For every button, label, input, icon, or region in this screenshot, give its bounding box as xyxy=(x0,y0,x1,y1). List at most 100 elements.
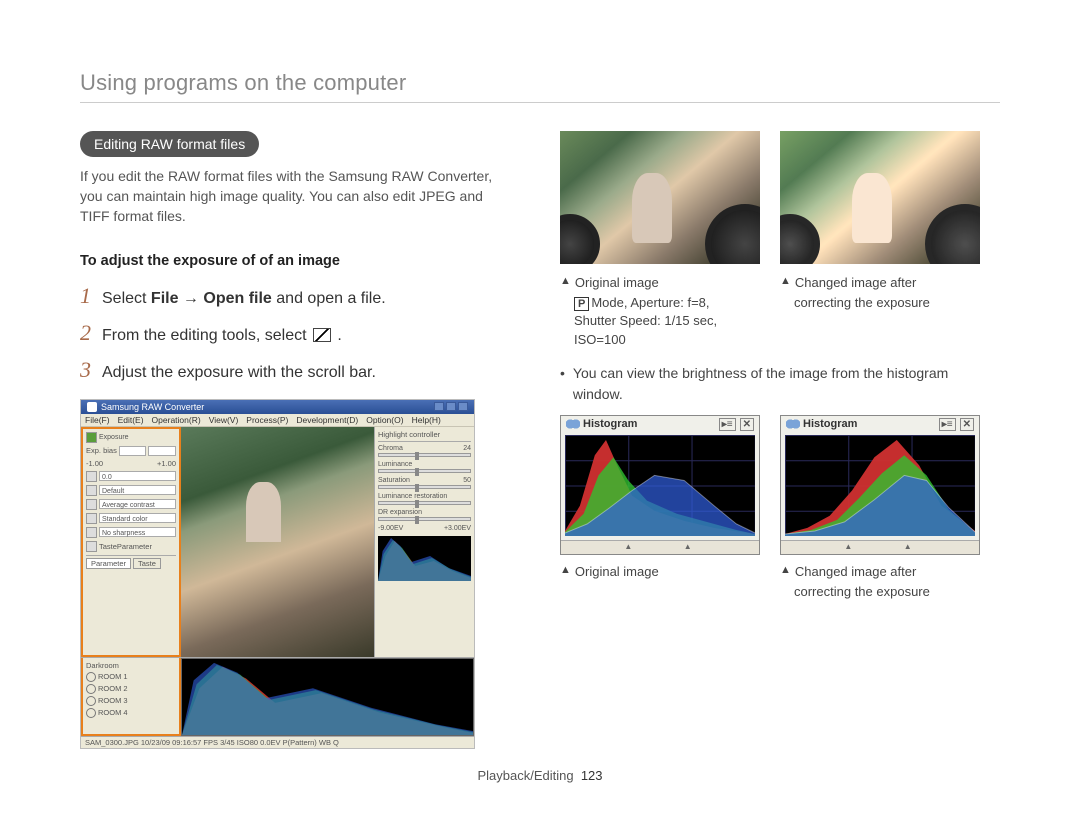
p-mode-icon: P xyxy=(574,297,589,311)
footer-section: Playback/Editing xyxy=(477,768,573,783)
slider[interactable]: Chroma 24 xyxy=(378,445,471,457)
darkroom-panel: Darkroom ROOM 1 ROOM 2 ROOM 3 ROOM 4 xyxy=(81,658,181,736)
window-titlebar: Samsung RAW Converter xyxy=(81,400,474,414)
preview-image xyxy=(181,427,374,657)
tool-icon[interactable] xyxy=(86,432,97,443)
menu-item[interactable]: Edit(E) xyxy=(118,415,144,425)
menu-item[interactable]: Operation(R) xyxy=(152,415,201,425)
app-icon xyxy=(87,402,97,412)
app-screenshot: Samsung RAW Converter File(F) Edit(E) Op… xyxy=(80,399,475,749)
original-image-block xyxy=(560,131,760,264)
section-pill: Editing RAW format files xyxy=(80,131,259,157)
triangle-up-icon: ▲ xyxy=(780,563,791,581)
menu-item[interactable]: Process(P) xyxy=(246,415,288,425)
slider[interactable]: DR expansion xyxy=(378,509,471,521)
step-bold: Open file xyxy=(203,290,271,307)
step-1: 1 Select File → Open file and open a fil… xyxy=(80,283,500,310)
menu-item[interactable]: Development(D) xyxy=(296,415,358,425)
tool-icon[interactable] xyxy=(86,485,97,496)
footer-page-number: 123 xyxy=(581,768,603,783)
bottom-panels: Darkroom ROOM 1 ROOM 2 ROOM 3 ROOM 4 xyxy=(81,657,474,736)
step-number: 2 xyxy=(80,320,102,346)
maximize-icon[interactable] xyxy=(446,402,456,411)
right-column: ▲Original image PMode, Aperture: f=8, Sh… xyxy=(560,131,1000,749)
menu-item[interactable]: View(V) xyxy=(209,415,239,425)
caption-sub: PMode, Aperture: f=8, xyxy=(560,294,760,312)
dropdown[interactable]: Average contrast xyxy=(99,499,176,509)
slider[interactable]: Luminance xyxy=(378,461,471,473)
radio-option[interactable]: ROOM 2 xyxy=(86,684,176,694)
step-body: From the editing tools, select xyxy=(102,327,311,344)
step-2: 2 From the editing tools, select . xyxy=(80,320,500,347)
caption-text: Changed image after xyxy=(795,563,916,581)
panel-title: Darkroom xyxy=(86,661,176,670)
caption: ▲Changed image after xyxy=(780,274,980,292)
value-field[interactable] xyxy=(119,446,147,456)
menu-item[interactable]: File(F) xyxy=(85,415,110,425)
photo-captions-row: ▲Original image PMode, Aperture: f=8, Sh… xyxy=(560,274,1000,349)
original-photo xyxy=(560,131,760,264)
caption: ▲Changed image after xyxy=(780,563,980,581)
caption-text: Changed image after xyxy=(795,274,916,292)
histogram-captions-row: ▲Original image ▲Changed image after cor… xyxy=(560,563,1000,601)
slider[interactable]: Saturation 50 xyxy=(378,477,471,489)
exposure-tool-icon xyxy=(313,328,331,342)
menu-icon[interactable]: ▸≡ xyxy=(719,418,736,431)
close-icon[interactable] xyxy=(458,402,468,411)
arrow-icon: → xyxy=(178,290,203,307)
photo-comparison xyxy=(560,131,1000,264)
steps-list: 1 Select File → Open file and open a fil… xyxy=(80,283,500,385)
tool-icon[interactable] xyxy=(86,513,97,524)
triangle-up-icon: ▲ xyxy=(560,274,571,292)
step-bold: File xyxy=(151,290,179,307)
step-text: From the editing tools, select . xyxy=(102,325,342,347)
caption-sub: correcting the exposure xyxy=(780,583,980,601)
tool-icon[interactable] xyxy=(86,541,97,552)
app-body: Exposure Exp. bias -1.00+1.00 0.0 Defaul… xyxy=(81,427,474,657)
tool-icon[interactable] xyxy=(86,527,97,538)
radio-option[interactable]: ROOM 4 xyxy=(86,708,176,718)
bullet-icon: • xyxy=(560,363,565,405)
content-columns: Editing RAW format files If you edit the… xyxy=(80,131,1000,749)
histogram-comparison: Histogram ▸≡✕ Histogram xyxy=(560,415,1000,555)
status-bar: SAM_0300.JPG 10/23/09 09:16:57 FPS 3/45 … xyxy=(81,736,474,748)
histogram-graph xyxy=(785,435,975,536)
mini-histogram xyxy=(378,536,471,581)
dropdown[interactable]: 0.0 xyxy=(99,471,176,481)
window-buttons xyxy=(434,402,468,411)
menu-item[interactable]: Help(H) xyxy=(412,415,441,425)
dropdown[interactable]: No sharpness xyxy=(99,527,176,537)
step-text: Select File → Open file and open a file. xyxy=(102,288,386,310)
panel-title: Highlight controller xyxy=(378,430,471,442)
triangle-up-icon: ▲ xyxy=(560,563,571,581)
histogram-graph xyxy=(565,435,755,536)
subheading: To adjust the exposure of of an image xyxy=(80,253,500,269)
histogram-footer xyxy=(561,540,759,554)
value-label: -1.00 xyxy=(86,459,103,468)
minimize-icon[interactable] xyxy=(434,402,444,411)
left-column: Editing RAW format files If you edit the… xyxy=(80,131,500,749)
close-icon[interactable]: ✕ xyxy=(740,418,754,431)
large-histogram xyxy=(181,658,474,736)
tool-label: TasteParameter xyxy=(99,542,152,551)
menu-item[interactable]: Option(O) xyxy=(366,415,403,425)
tool-icon[interactable] xyxy=(86,471,97,482)
histogram-titlebar: Histogram ▸≡✕ xyxy=(561,416,759,431)
triangle-up-icon: ▲ xyxy=(780,274,791,292)
note-text: You can view the brightness of the image… xyxy=(573,363,1000,405)
value-field[interactable] xyxy=(148,446,176,456)
butterfly-icon xyxy=(786,418,800,430)
close-icon[interactable]: ✕ xyxy=(960,418,974,431)
dropdown[interactable]: Default xyxy=(99,485,176,495)
radio-option[interactable]: ROOM 3 xyxy=(86,696,176,706)
tool-icon[interactable] xyxy=(86,499,97,510)
range-min: -9.00EV xyxy=(378,525,403,532)
changed-photo xyxy=(780,131,980,264)
tab[interactable]: Parameter xyxy=(86,558,131,569)
slider[interactable]: Luminance restoration xyxy=(378,493,471,505)
tab[interactable]: Taste xyxy=(133,558,161,569)
menu-icon[interactable]: ▸≡ xyxy=(939,418,956,431)
page-footer: Playback/Editing 123 xyxy=(0,768,1080,783)
dropdown[interactable]: Standard color xyxy=(99,513,176,523)
radio-option[interactable]: ROOM 1 xyxy=(86,672,176,682)
